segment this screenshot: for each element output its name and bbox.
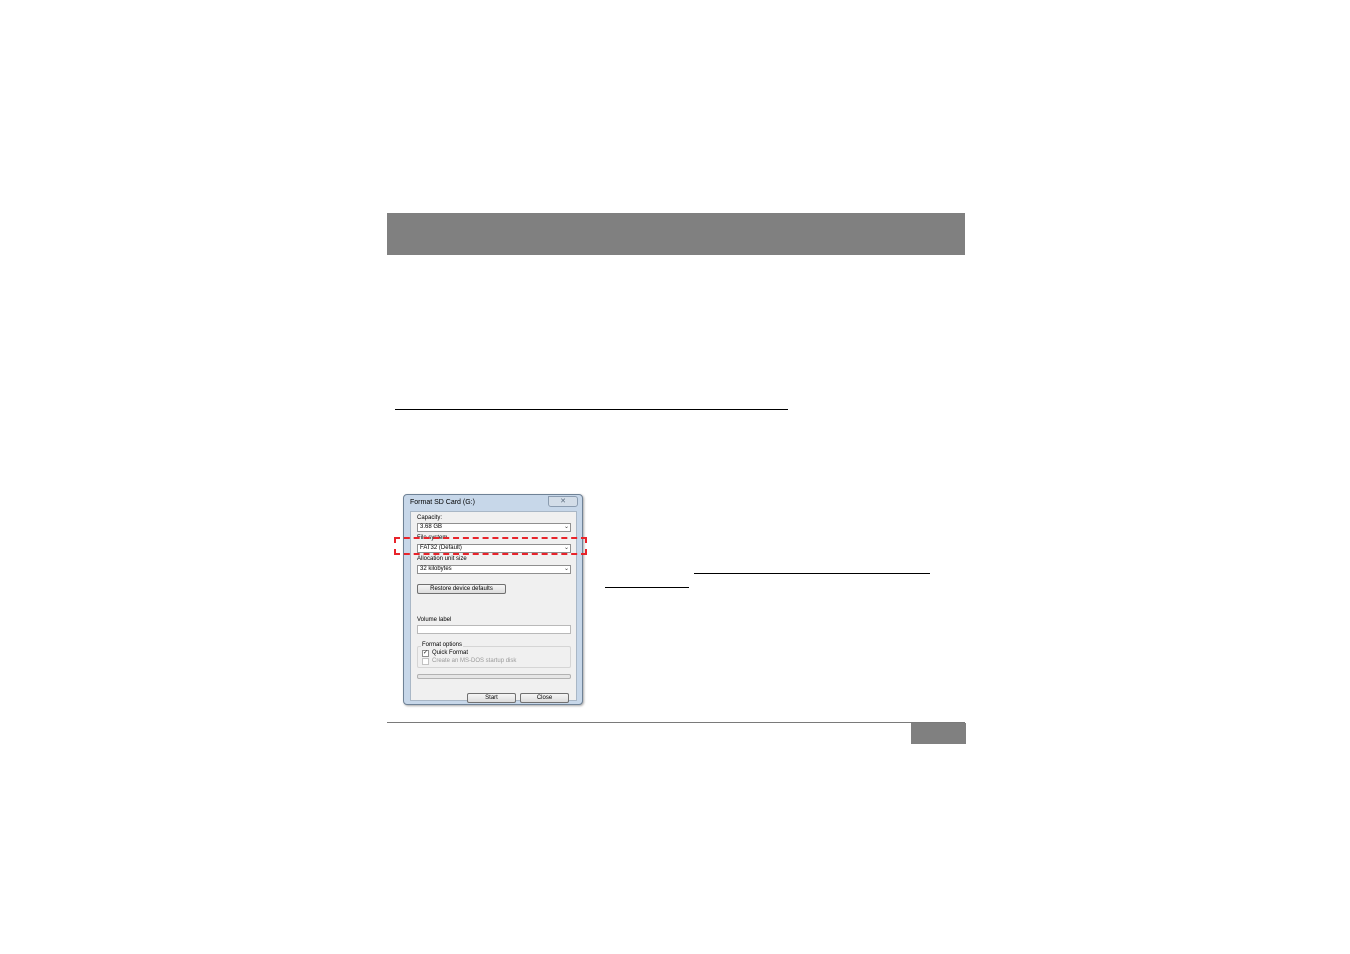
restore-defaults-button[interactable]: Restore device defaults [417, 584, 506, 594]
volume-label-input[interactable] [417, 625, 571, 634]
text-underline [694, 573, 930, 574]
header-bar [387, 213, 965, 255]
chevron-down-icon: ⌄ [563, 566, 569, 572]
capacity-select[interactable]: 3.68 GB ⌄ [417, 523, 571, 532]
close-button[interactable]: Close [520, 693, 569, 703]
msdos-label: Create an MS-DOS startup disk [432, 658, 517, 664]
page-number-tab [911, 723, 966, 744]
close-icon[interactable]: ✕ [548, 496, 578, 507]
allocation-label: Allocation unit size [417, 556, 467, 562]
format-dialog: Format SD Card (G:) ✕ Capacity: 3.68 GB … [403, 494, 583, 705]
text-underline [395, 409, 788, 410]
format-options-group: Format options ✓ Quick Format Create an … [417, 642, 571, 668]
chevron-down-icon: ⌄ [563, 524, 569, 530]
dialog-title: Format SD Card (G:) [410, 499, 475, 506]
capacity-value: 3.68 GB [420, 524, 443, 530]
volume-label: Volume label [417, 617, 452, 623]
allocation-value: 32 kilobytes [420, 566, 452, 572]
allocation-select[interactable]: 32 kilobytes ⌄ [417, 565, 571, 574]
text-underline [605, 587, 689, 588]
filesystem-highlight-box [394, 537, 587, 555]
capacity-label: Capacity: [417, 515, 443, 521]
msdos-checkbox[interactable] [422, 658, 429, 665]
format-progress-bar [417, 674, 571, 679]
footer-rule [387, 722, 965, 723]
format-options-title: Format options [421, 642, 464, 648]
quick-format-checkbox[interactable]: ✓ [422, 650, 429, 657]
quick-format-label: Quick Format [432, 650, 469, 656]
start-button[interactable]: Start [467, 693, 516, 703]
